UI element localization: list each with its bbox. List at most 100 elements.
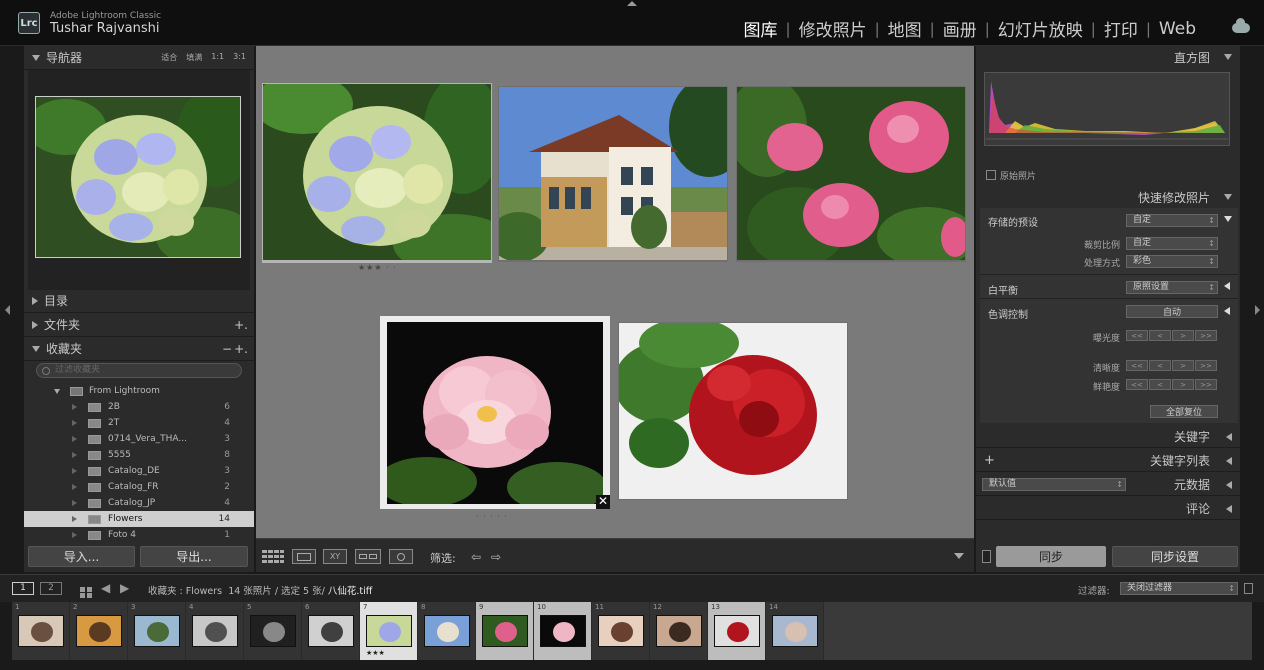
module-book[interactable]: 画册 <box>935 16 985 41</box>
grid-cell-hydrangea[interactable]: ★★★ · · <box>262 83 492 272</box>
compare-view-icon[interactable]: XY <box>323 549 347 564</box>
filmstrip-thumbnail-4[interactable]: 4 <box>186 602 244 660</box>
survey-view-icon[interactable] <box>355 549 381 564</box>
saved-preset-select[interactable]: 自定 <box>1126 214 1218 227</box>
collapse-triangle-icon[interactable] <box>1224 282 1230 290</box>
star-rating[interactable]: · · · · · <box>476 512 508 521</box>
grid-cell-peony[interactable]: ✕ · · · · · <box>380 316 610 521</box>
current-file-name[interactable]: 八仙花.tiff <box>328 586 372 597</box>
exposure-decrease-large-button[interactable]: << <box>1126 330 1148 341</box>
grid-cell-house[interactable] <box>498 86 728 262</box>
vibrance-increase-large-button[interactable]: >> <box>1195 379 1217 390</box>
module-develop[interactable]: 修改照片 <box>791 16 875 41</box>
zoom-1-1[interactable]: 1:1 <box>211 52 224 63</box>
metadata-header[interactable]: 默认值 元数据 <box>976 474 1240 496</box>
catalog-header[interactable]: 目录 <box>24 289 254 313</box>
vibrance-steppers[interactable]: << < > >> <box>1126 379 1217 390</box>
vibrance-decrease-large-button[interactable]: << <box>1126 379 1148 390</box>
collections-header[interactable]: 收藏夹 − +. <box>24 337 254 361</box>
clarity-decrease-large-button[interactable]: << <box>1126 360 1148 371</box>
collection-item-catalog-fr[interactable]: Catalog_FR 2 <box>24 479 254 495</box>
exposure-decrease-button[interactable]: < <box>1149 330 1171 341</box>
filmstrip-thumbnail-3[interactable]: 3 <box>128 602 186 660</box>
grid-view-icon[interactable] <box>80 583 92 598</box>
previous-photo-arrow-icon[interactable]: ⇦ <box>471 550 481 564</box>
add-keyword-button[interactable]: + <box>984 453 995 468</box>
zoom-fill[interactable]: 填满 <box>186 52 202 63</box>
import-button[interactable]: 导入... <box>28 546 135 567</box>
collection-set-from-lightroom[interactable]: From Lightroom <box>24 383 254 399</box>
filmstrip-thumbnail-13[interactable]: 13 <box>708 602 766 660</box>
grid-cell-rose[interactable] <box>618 322 848 500</box>
collapse-triangle-icon[interactable] <box>1224 307 1230 315</box>
quick-develop-header[interactable]: 快速修改照片 <box>976 186 1240 208</box>
filmstrip-thumbnail-1[interactable]: 1 <box>12 602 70 660</box>
clarity-steppers[interactable]: << < > >> <box>1126 360 1217 371</box>
collection-item-2t[interactable]: 2T 4 <box>24 415 254 431</box>
filmstrip-thumbnail-8[interactable]: 8 <box>418 602 476 660</box>
secondary-window-button[interactable]: 2 <box>40 582 62 595</box>
navigator-header[interactable]: 导航器 适合 填满 1:1 3:1 <box>24 46 254 70</box>
grid-cell-pink-hydrangea[interactable] <box>736 86 966 262</box>
right-panel-toggle-icon[interactable] <box>1255 305 1260 315</box>
clarity-decrease-button[interactable]: < <box>1149 360 1171 371</box>
zoom-fit[interactable]: 适合 <box>161 52 177 63</box>
filmstrip-thumbnail-12[interactable]: 12 <box>650 602 708 660</box>
filmstrip-thumbnail-11[interactable]: 11 <box>592 602 650 660</box>
original-photo-checkbox[interactable] <box>986 170 996 180</box>
sync-button[interactable]: 同步 <box>996 546 1106 567</box>
source-path[interactable]: 收藏夹 : Flowers <box>148 586 222 597</box>
module-map[interactable]: 地图 <box>880 16 930 41</box>
auto-sync-toggle[interactable] <box>982 550 991 563</box>
expand-triangle-icon[interactable] <box>1224 216 1232 222</box>
comments-header[interactable]: 评论 <box>976 498 1240 520</box>
filmstrip-thumbnail-5[interactable]: 5 <box>244 602 302 660</box>
exposure-steppers[interactable]: << < > >> <box>1126 330 1217 341</box>
collection-item-flowers[interactable]: Flowers 14 <box>24 511 254 527</box>
toolbar-menu-chevron-down-icon[interactable] <box>954 553 964 559</box>
close-icon[interactable]: ✕ <box>596 495 610 509</box>
filmstrip-thumbnail-14[interactable]: 14 <box>766 602 824 660</box>
module-library[interactable]: 图库 <box>736 16 786 41</box>
auto-tone-button[interactable]: 自动 <box>1126 305 1218 318</box>
grid-view-icon[interactable] <box>262 549 284 564</box>
collection-item-foto-4[interactable]: Foto 4 1 <box>24 527 254 543</box>
left-panel-toggle-icon[interactable] <box>5 305 10 315</box>
cloud-sync-icon[interactable] <box>1232 18 1250 33</box>
filmstrip-thumbnail-6[interactable]: 6 <box>302 602 360 660</box>
treatment-select[interactable]: 彩色 <box>1126 255 1218 268</box>
collection-item-5555[interactable]: 5555 8 <box>24 447 254 463</box>
export-button[interactable]: 导出... <box>140 546 248 567</box>
reset-all-button[interactable]: 全部复位 <box>1150 405 1218 418</box>
star-rating[interactable]: ★★★ · · <box>358 263 397 272</box>
top-panel-toggle-icon[interactable] <box>627 1 637 6</box>
folders-header[interactable]: 文件夹 +. <box>24 313 254 337</box>
filmstrip-thumbnail-7[interactable]: 7 ★★★ <box>360 602 418 660</box>
filter-lock-toggle[interactable] <box>1244 583 1253 594</box>
exposure-increase-large-button[interactable]: >> <box>1195 330 1217 341</box>
people-view-icon[interactable] <box>389 549 413 564</box>
clarity-increase-button[interactable]: > <box>1172 360 1194 371</box>
white-balance-select[interactable]: 原照设置 <box>1126 281 1218 294</box>
remove-collection-button[interactable]: − <box>222 342 232 356</box>
module-print[interactable]: 打印 <box>1096 16 1146 41</box>
keywording-header[interactable]: 关键字 <box>976 426 1240 448</box>
collection-item-catalog-jp[interactable]: Catalog_JP 4 <box>24 495 254 511</box>
filmstrip-thumbnail-9[interactable]: 9 <box>476 602 534 660</box>
filmstrip-thumbnail-10[interactable]: 10 <box>534 602 592 660</box>
collection-item-catalog-de[interactable]: Catalog_DE 3 <box>24 463 254 479</box>
clarity-increase-large-button[interactable]: >> <box>1195 360 1217 371</box>
crop-ratio-select[interactable]: 自定 <box>1126 237 1218 250</box>
add-collection-button[interactable]: +. <box>234 342 248 356</box>
module-web[interactable]: Web <box>1151 19 1204 39</box>
primary-window-button[interactable]: 1 <box>12 582 34 595</box>
navigator-preview[interactable] <box>28 70 250 290</box>
module-slideshow[interactable]: 幻灯片放映 <box>990 16 1091 41</box>
back-arrow-icon[interactable]: ◀ <box>101 581 110 595</box>
collection-item-2b[interactable]: 2B 6 <box>24 399 254 415</box>
metadata-preset-select[interactable]: 默认值 <box>982 478 1126 491</box>
add-folder-button[interactable]: +. <box>234 318 248 332</box>
vibrance-decrease-button[interactable]: < <box>1149 379 1171 390</box>
loupe-view-icon[interactable] <box>292 549 316 564</box>
zoom-3-1[interactable]: 3:1 <box>233 52 246 63</box>
